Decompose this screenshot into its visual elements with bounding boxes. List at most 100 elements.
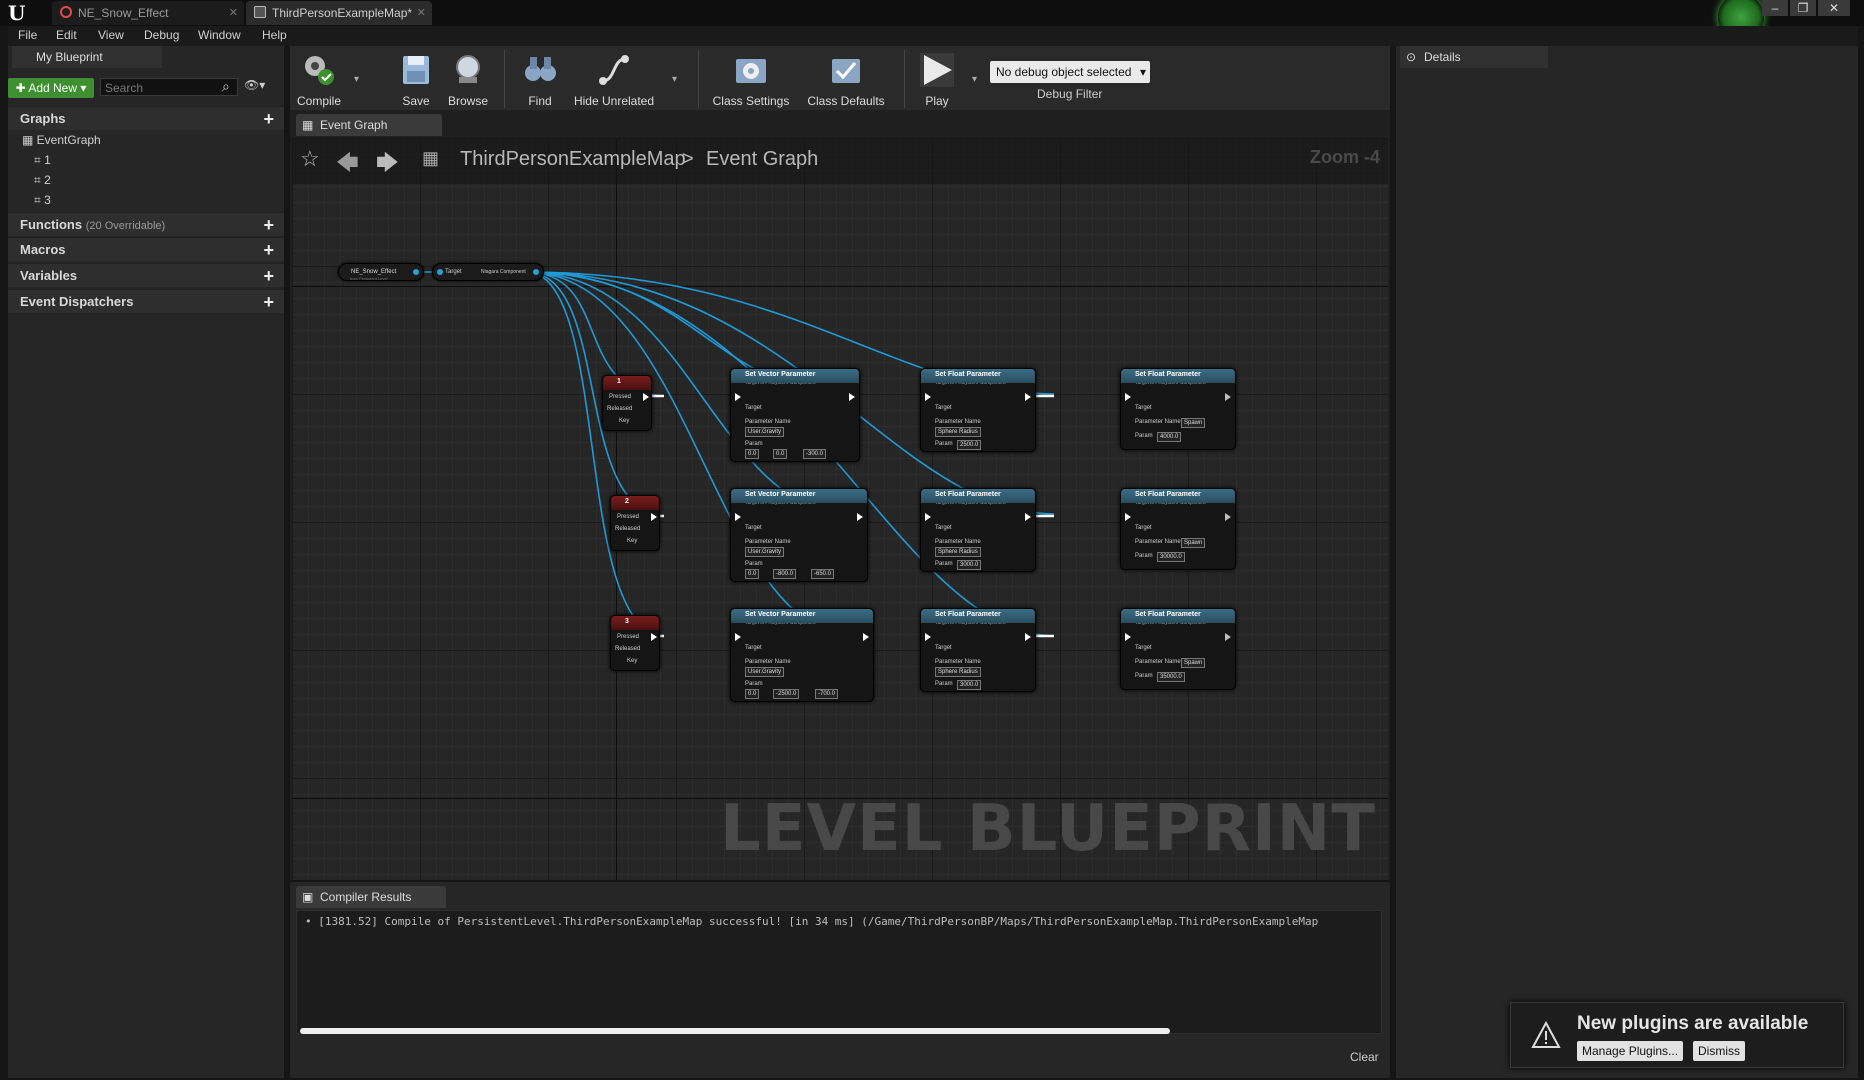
hide-unrelated-chevron-icon[interactable]: ▾ xyxy=(672,74,677,85)
param-value-field[interactable]: 30000.0 xyxy=(1157,552,1185,562)
add-new-button[interactable]: ✚ Add New ▾ xyxy=(8,78,94,98)
close-tab-icon[interactable]: ✕ xyxy=(417,1,426,25)
menu-help[interactable]: Help xyxy=(262,28,287,42)
exec-in-pin-icon[interactable] xyxy=(735,393,741,401)
exec-in-pin-icon[interactable] xyxy=(925,513,931,521)
exec-in-pin-icon[interactable] xyxy=(925,633,931,641)
param-value-field[interactable]: 4000.0 xyxy=(1157,432,1182,442)
add-graph-icon[interactable]: + xyxy=(263,107,274,131)
tab-event-graph[interactable]: ▦ Event Graph xyxy=(296,114,442,136)
param-z-field[interactable]: -300.0 xyxy=(803,449,827,459)
exec-out-pin-icon[interactable] xyxy=(1225,633,1231,641)
add-dispatcher-icon[interactable]: + xyxy=(263,290,274,314)
parameter-name-field[interactable]: User.Gravity xyxy=(745,667,785,677)
tree-item-1[interactable]: ⌗ 1 xyxy=(34,153,51,168)
dismiss-button[interactable]: Dismiss xyxy=(1693,1041,1745,1061)
set-vector-parameter-node-2[interactable]: Set Vector Parameter Target is FXSystem … xyxy=(730,488,868,582)
add-variable-icon[interactable]: + xyxy=(263,264,274,288)
param-value-field[interactable]: 3000.0 xyxy=(957,560,982,570)
unreal-logo-icon[interactable]: U xyxy=(8,2,34,24)
compiler-horizontal-scrollbar[interactable] xyxy=(300,1028,1170,1034)
param-x-field[interactable]: 0.0 xyxy=(745,569,760,579)
tree-item-2[interactable]: ⌗ 2 xyxy=(34,173,51,188)
restore-button[interactable]: ❐ xyxy=(1790,0,1816,16)
graph-canvas[interactable]: ☆ 🡄 🡆 ▦ ThirdPersonExampleMap > Event Gr… xyxy=(292,138,1388,880)
minimize-button[interactable]: – xyxy=(1762,0,1788,16)
parameter-name-field[interactable]: Spawn xyxy=(1181,418,1206,428)
add-macro-icon[interactable]: + xyxy=(263,238,274,262)
exec-out-pin-icon[interactable] xyxy=(857,513,863,521)
details-tab[interactable]: ⊙ Details xyxy=(1400,46,1548,68)
param-x-field[interactable]: 0.0 xyxy=(745,449,760,459)
add-function-icon[interactable]: + xyxy=(263,213,274,237)
set-float-parameter-node-a1[interactable]: Set Float Parameter Target is FXSystem C… xyxy=(920,368,1036,452)
exec-out-pin-icon[interactable] xyxy=(863,633,869,641)
param-y-field[interactable]: -800.0 xyxy=(773,569,797,579)
menu-file[interactable]: File xyxy=(18,28,37,42)
key-2-event-node[interactable]: 2 Pressed Released Key xyxy=(610,495,660,551)
exec-out-pin-icon[interactable] xyxy=(1025,513,1031,521)
param-y-field[interactable]: -2500.0 xyxy=(773,689,800,699)
exec-in-pin-icon[interactable] xyxy=(735,513,741,521)
output-pin-icon[interactable] xyxy=(413,269,419,275)
parameter-name-field[interactable]: Spawn xyxy=(1181,538,1206,548)
menu-edit[interactable]: Edit xyxy=(56,28,77,42)
tree-item-3[interactable]: ⌗ 3 xyxy=(34,193,51,208)
search-input[interactable]: Search xyxy=(100,78,238,96)
param-y-field[interactable]: 0.0 xyxy=(773,449,788,459)
class-defaults-button[interactable]: Class Defaults xyxy=(800,46,892,110)
my-blueprint-tab[interactable]: My Blueprint xyxy=(12,46,162,68)
section-event-dispatchers[interactable]: Event Dispatchers + xyxy=(8,289,284,313)
tab-ne-snow-effect[interactable]: NE_Snow_Effect ✕ xyxy=(52,1,244,25)
param-value-field[interactable]: 35000.0 xyxy=(1157,672,1185,682)
set-vector-parameter-node-1[interactable]: Set Vector Parameter Target is FXSystem … xyxy=(730,368,860,462)
exec-in-pin-icon[interactable] xyxy=(925,393,931,401)
section-macros[interactable]: Macros + xyxy=(8,237,284,261)
exec-in-pin-icon[interactable] xyxy=(1125,633,1131,641)
exec-out-pin-icon[interactable] xyxy=(1025,393,1031,401)
exec-out-pin-icon[interactable] xyxy=(1225,393,1231,401)
tab-third-person-example-map[interactable]: ThirdPersonExampleMap* ✕ xyxy=(246,1,432,25)
section-graphs[interactable]: Graphs + xyxy=(8,106,284,130)
get-niagara-component-node[interactable]: Target Niagara Component xyxy=(432,263,544,281)
key-3-event-node[interactable]: 3 Pressed Released Key xyxy=(610,615,660,671)
browse-button[interactable]: Browse xyxy=(436,46,500,110)
class-settings-button[interactable]: Class Settings xyxy=(708,46,794,110)
find-button[interactable]: Find xyxy=(508,46,572,110)
set-float-parameter-node-a2[interactable]: Set Float Parameter Target is FXSystem C… xyxy=(920,488,1036,572)
exec-in-pin-icon[interactable] xyxy=(1125,513,1131,521)
exec-in-pin-icon[interactable] xyxy=(1125,393,1131,401)
clear-button[interactable]: Clear xyxy=(1350,1050,1379,1064)
set-float-parameter-node-a3[interactable]: Set Float Parameter Target is FXSystem C… xyxy=(920,608,1036,692)
debug-object-select[interactable]: No debug object selected ▾ xyxy=(990,61,1150,83)
set-vector-parameter-node-3[interactable]: Set Vector Parameter Target is FXSystem … xyxy=(730,608,874,702)
compile-options-chevron-icon[interactable]: ▾ xyxy=(354,74,359,85)
menu-view[interactable]: View xyxy=(98,28,124,42)
param-z-field[interactable]: -700.0 xyxy=(815,689,839,699)
exec-pin-icon[interactable] xyxy=(651,633,657,641)
exec-pin-icon[interactable] xyxy=(651,513,657,521)
tab-compiler-results[interactable]: ▣ Compiler Results xyxy=(296,886,446,908)
hide-unrelated-button[interactable]: Hide Unrelated xyxy=(568,46,660,110)
input-pin-icon[interactable] xyxy=(437,269,443,275)
play-button[interactable]: Play xyxy=(904,46,970,110)
exec-pin-icon[interactable] xyxy=(643,393,649,401)
section-functions[interactable]: Functions (20 Overridable) + xyxy=(8,212,284,236)
param-value-field[interactable]: 3000.0 xyxy=(957,680,982,690)
close-tab-icon[interactable]: ✕ xyxy=(229,1,238,25)
exec-out-pin-icon[interactable] xyxy=(1225,513,1231,521)
play-options-chevron-icon[interactable]: ▾ xyxy=(972,74,977,85)
set-float-parameter-node-b2[interactable]: Set Float Parameter Target is FXSystem C… xyxy=(1120,488,1236,570)
close-window-button[interactable]: ✕ xyxy=(1818,0,1850,16)
compile-button[interactable]: Compile xyxy=(286,46,352,110)
parameter-name-field[interactable]: Spawn xyxy=(1181,658,1206,668)
search-icon[interactable]: ⌕ xyxy=(222,78,230,95)
visibility-eye-icon[interactable]: 👁▾ xyxy=(244,78,265,92)
output-pin-icon[interactable] xyxy=(533,269,539,275)
parameter-name-field[interactable]: Sphere Radius xyxy=(935,547,981,557)
key-1-event-node[interactable]: 1 Pressed Released Key xyxy=(602,375,652,431)
parameter-name-field[interactable]: Sphere Radius xyxy=(935,667,981,677)
exec-out-pin-icon[interactable] xyxy=(849,393,855,401)
section-variables[interactable]: Variables + xyxy=(8,263,284,287)
set-float-parameter-node-b1[interactable]: Set Float Parameter Target is FXSystem C… xyxy=(1120,368,1236,450)
